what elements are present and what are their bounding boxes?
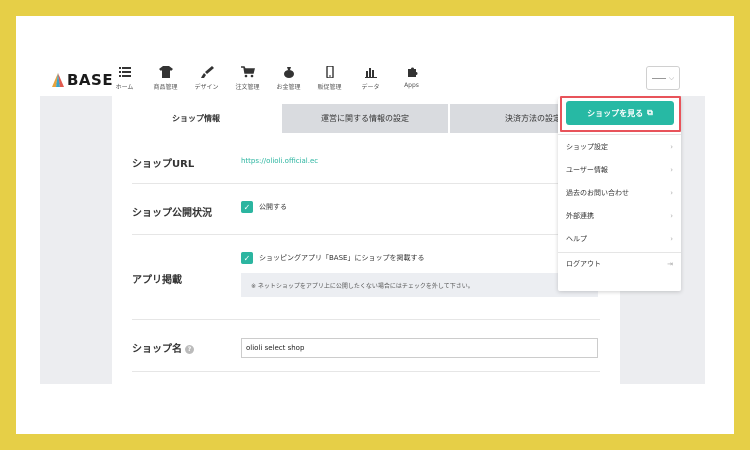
settings-tabs: ショップ情報 運営に関する情報の設定 決済方法の設定: [112, 104, 620, 133]
account-name-placeholder: [651, 77, 666, 79]
cart-icon: [240, 66, 255, 78]
app-listing-label: アプリ掲載: [132, 275, 182, 286]
brush-icon: [200, 66, 214, 78]
nav-label: データ: [361, 84, 380, 91]
nav-item-products[interactable]: 商品管理: [145, 66, 186, 91]
help-icon[interactable]: ?: [185, 344, 194, 354]
account-menu-button[interactable]: ⌵: [646, 66, 680, 90]
shop-name-row: ショップ名? olioli select shop: [132, 320, 600, 372]
menu-item-integrations[interactable]: 外部連携 ›: [558, 204, 681, 227]
nav-item-data[interactable]: データ: [350, 66, 391, 91]
nav-label: デザイン: [194, 84, 219, 91]
shirt-icon: [158, 66, 173, 78]
money-bag-icon: [283, 67, 294, 78]
tab-operation-info[interactable]: 運営に関する情報の設定: [280, 104, 448, 133]
shop-name-input[interactable]: olioli select shop: [241, 338, 598, 358]
shop-status-row: ショップ公開状況 ✓ 公開する: [132, 184, 600, 235]
shop-url-row: ショップURL https://olioli.official.ec: [132, 138, 600, 184]
menu-item-label: 外部連携: [566, 211, 594, 220]
screenshot-frame: BASE ホーム 商品管理 デザイン 注文管理 お金管理 販促管理 データ Ap…: [16, 16, 734, 434]
menu-item-logout[interactable]: ログアウト ⇥: [558, 252, 681, 275]
menu-item-help[interactable]: ヘルプ ›: [558, 227, 681, 250]
nav-item-money[interactable]: お金管理: [268, 66, 309, 91]
chevron-right-icon: ›: [670, 142, 673, 151]
menu-item-past-inquiries[interactable]: 過去のお問い合わせ ›: [558, 181, 681, 204]
tab-shop-info[interactable]: ショップ情報: [112, 104, 280, 133]
app-listing-row: アプリ掲載 ✓ ショッピングアプリ「BASE」にショップを掲載する ※ ネットシ…: [132, 235, 600, 320]
menu-item-label: ショップ設定: [566, 142, 608, 151]
phone-icon: [325, 66, 334, 78]
app-listing-checkbox[interactable]: ✓: [241, 252, 253, 264]
nav-item-orders[interactable]: 注文管理: [227, 66, 268, 91]
publish-checkbox-label: 公開する: [259, 203, 287, 211]
menu-item-label: ログアウト: [566, 259, 601, 268]
nav-item-promotion[interactable]: 販促管理: [309, 66, 350, 91]
shop-status-label: ショップ公開状況: [132, 208, 212, 219]
main-nav: ホーム 商品管理 デザイン 注文管理 お金管理 販促管理 データ Apps: [104, 66, 432, 91]
logout-icon: ⇥: [667, 259, 673, 268]
nav-label: 注文管理: [235, 84, 260, 91]
logo-mark-icon: [52, 73, 64, 87]
list-icon: [118, 67, 131, 77]
nav-label: ホーム: [115, 84, 134, 91]
highlight-annotation: [560, 96, 681, 132]
nav-item-apps[interactable]: Apps: [391, 66, 432, 91]
nav-label: お金管理: [276, 84, 301, 91]
shop-settings-panel: ショップ情報 運営に関する情報の設定 決済方法の設定 ショップURL https…: [112, 96, 620, 384]
publish-checkbox[interactable]: ✓: [241, 201, 253, 213]
app-listing-checkbox-line: ✓ ショッピングアプリ「BASE」にショップを掲載する: [241, 252, 424, 264]
app-listing-note: ※ ネットショップをアプリ上に公開したくない場合にはチェックを外して下さい。: [241, 273, 598, 297]
nav-label: 販促管理: [317, 84, 342, 91]
bar-chart-icon: [364, 68, 377, 78]
menu-item-shop-settings[interactable]: ショップ設定 ›: [558, 135, 681, 158]
shop-name-label: ショップ名: [132, 344, 182, 355]
menu-item-user-info[interactable]: ユーザー情報 ›: [558, 158, 681, 181]
nav-label: 商品管理: [153, 84, 178, 91]
shop-name-label-wrap: ショップ名?: [132, 340, 194, 355]
chevron-right-icon: ›: [670, 234, 673, 243]
app-listing-checkbox-label: ショッピングアプリ「BASE」にショップを掲載する: [259, 254, 425, 262]
chevron-right-icon: ›: [670, 165, 673, 174]
nav-item-design[interactable]: デザイン: [186, 66, 227, 91]
menu-item-label: ユーザー情報: [566, 165, 608, 174]
chevron-right-icon: ›: [670, 211, 673, 220]
menu-item-label: ヘルプ: [566, 234, 587, 243]
menu-item-label: 過去のお問い合わせ: [566, 188, 629, 197]
shop-url-label: ショップURL: [132, 159, 195, 170]
shop-url-link[interactable]: https://olioli.official.ec: [241, 157, 318, 165]
publish-checkbox-line: ✓ 公開する: [241, 201, 287, 213]
nav-label: Apps: [404, 82, 419, 89]
puzzle-icon: [407, 67, 417, 77]
nav-item-home[interactable]: ホーム: [104, 66, 145, 91]
chevron-down-icon: ⌵: [668, 73, 675, 82]
chevron-right-icon: ›: [670, 188, 673, 197]
